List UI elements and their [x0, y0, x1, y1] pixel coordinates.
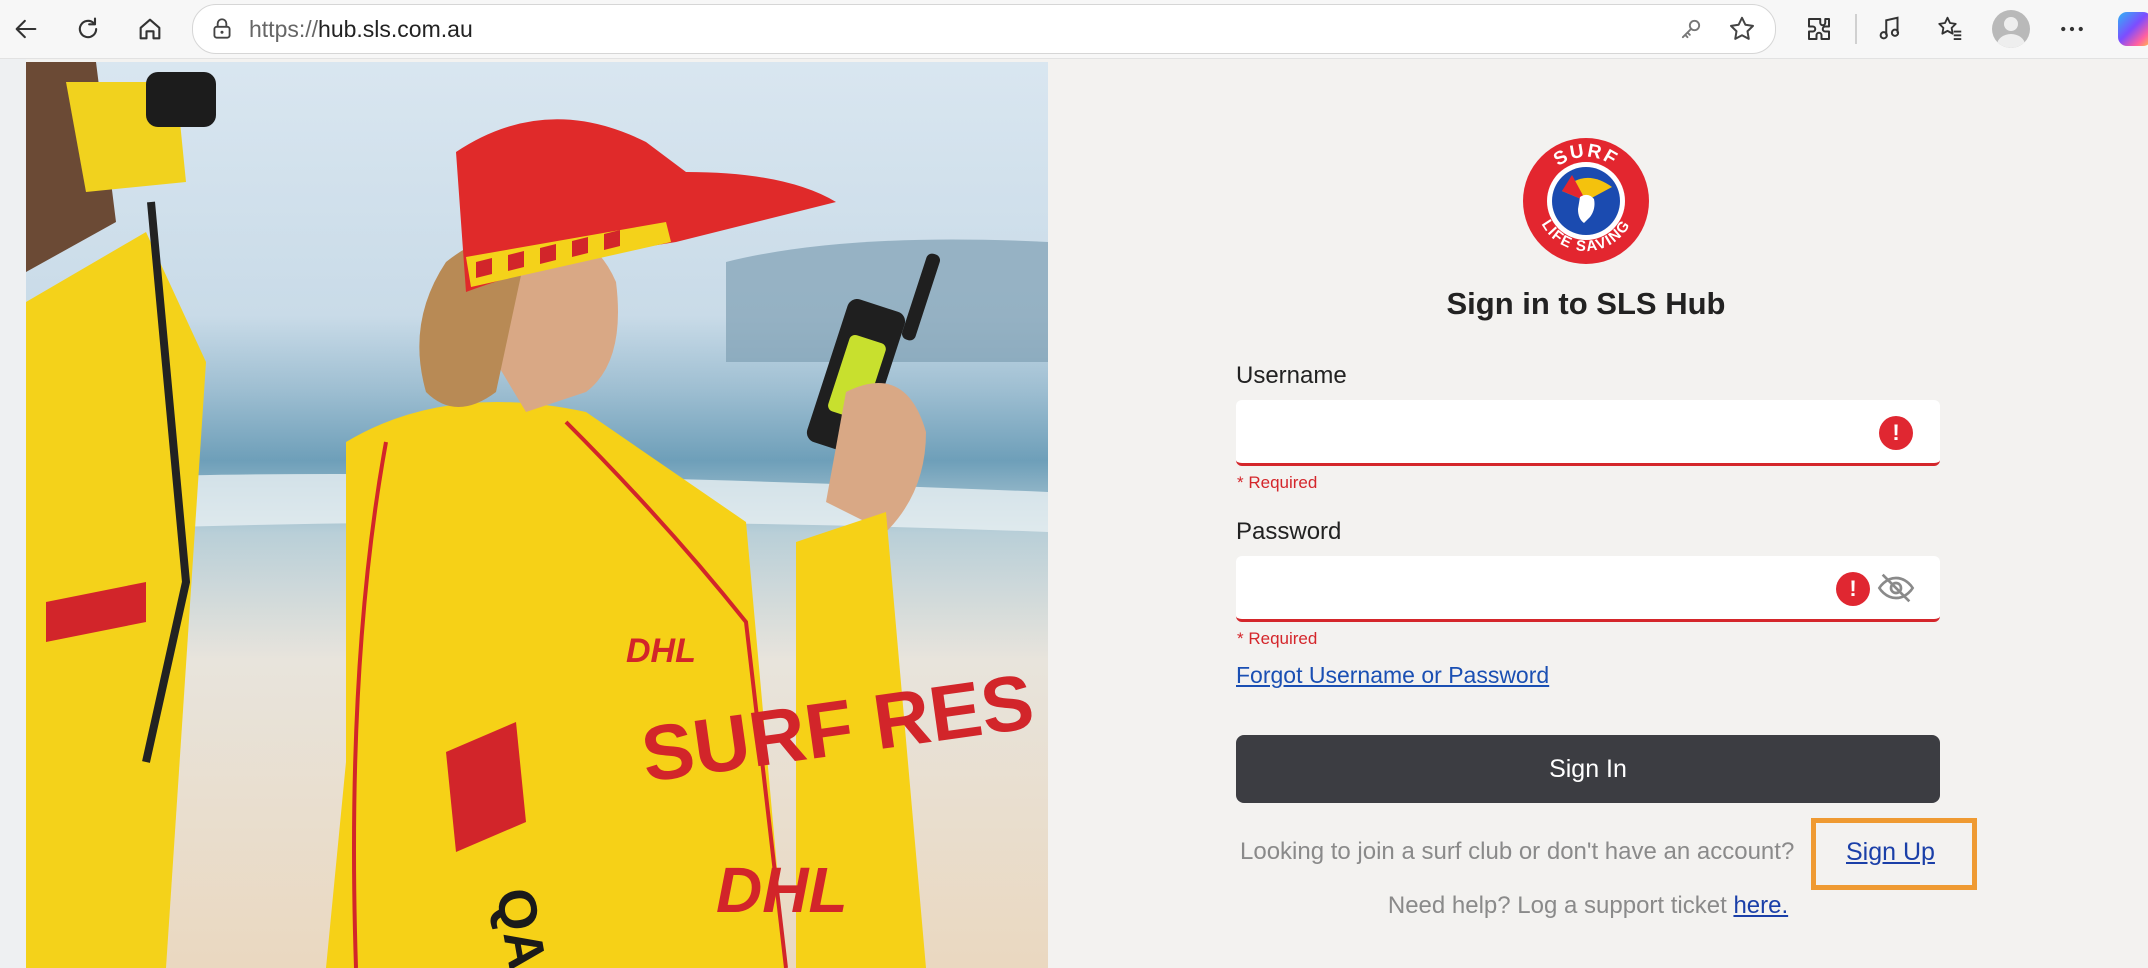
site-info-icon[interactable]	[209, 16, 235, 42]
refresh-icon[interactable]	[68, 9, 108, 49]
password-input[interactable]	[1250, 556, 1814, 618]
address-bar[interactable]: https://hub.sls.com.au	[192, 4, 1776, 54]
join-prompt-text: Looking to join a surf club or don't hav…	[1240, 838, 1795, 865]
page-margin	[0, 59, 26, 968]
password-required-message: * Required	[1237, 629, 1318, 648]
username-field[interactable]: !	[1236, 400, 1940, 466]
password-label: Password	[1236, 518, 1342, 545]
help-prompt: Need help? Log a support ticket	[1387, 892, 1727, 919]
sign-in-button[interactable]: Sign In	[1236, 735, 1940, 803]
username-input[interactable]	[1250, 400, 1814, 462]
svg-text:DHL: DHL	[716, 854, 848, 926]
url-text: https://hub.sls.com.au	[249, 16, 473, 42]
error-icon: !	[1879, 416, 1913, 450]
key-icon[interactable]	[1677, 15, 1705, 43]
username-label: Username	[1236, 362, 1347, 389]
username-required-message: * Required	[1237, 473, 1318, 492]
back-icon[interactable]	[6, 9, 46, 49]
page-title: Sign in to SLS Hub	[1446, 286, 1726, 321]
surf-life-saving-logo: SURF LIFE SAVING	[1523, 138, 1649, 264]
media-icon[interactable]	[1872, 11, 1908, 47]
sign-up-highlight-box	[1811, 818, 1977, 890]
error-icon: !	[1836, 572, 1870, 606]
support-ticket-link[interactable]: here.	[1733, 892, 1788, 919]
eye-off-icon[interactable]	[1876, 568, 1916, 608]
favorite-star-icon[interactable]	[1727, 14, 1757, 44]
svg-text:DHL: DHL	[626, 632, 696, 670]
profile-avatar[interactable]	[1992, 10, 2030, 48]
copilot-icon[interactable]	[2118, 12, 2148, 46]
password-field[interactable]: !	[1236, 556, 1940, 622]
forgot-credentials-link[interactable]: Forgot Username or Password	[1236, 662, 1549, 689]
lifeguards-on-beach-photo: SURF RES DHL DHL QAN	[26, 62, 1048, 968]
toolbar-divider	[1855, 14, 1857, 44]
help-text: Need help? Log a support ticket here.	[1236, 892, 1940, 920]
favorites-icon[interactable]	[1932, 11, 1968, 47]
extensions-icon[interactable]	[1801, 11, 1837, 47]
browser-toolbar: https://hub.sls.com.au	[0, 0, 2148, 59]
more-icon[interactable]	[2054, 11, 2090, 47]
home-icon[interactable]	[130, 9, 170, 49]
